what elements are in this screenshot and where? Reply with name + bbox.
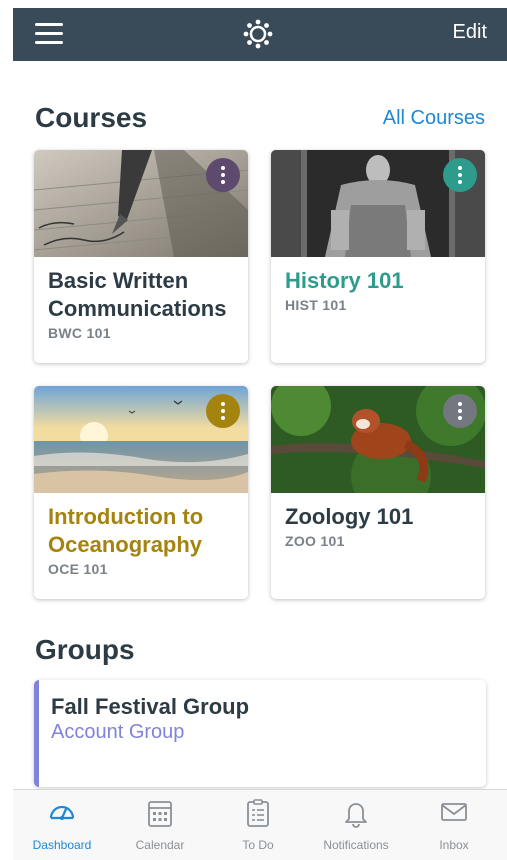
courses-heading: Courses [35, 102, 148, 133]
course-card-oce[interactable]: Introduction to Oceanography OCE 101 [34, 386, 248, 599]
course-name: Zoology 101 [285, 504, 414, 529]
course-code: OCE 101 [48, 561, 108, 577]
bell-icon [345, 803, 367, 828]
edit-button[interactable]: Edit [453, 21, 487, 44]
course-options-icon[interactable] [443, 394, 477, 428]
tab-label: To Do [242, 838, 274, 852]
calendar-icon [148, 801, 172, 827]
todo-icon [247, 799, 269, 827]
tab-calendar[interactable]: Calendar [111, 790, 209, 860]
tab-label: Calendar [135, 838, 185, 852]
tab-dashboard[interactable]: Dashboard [13, 790, 111, 860]
tab-todo[interactable]: To Do [209, 790, 307, 860]
app-frame: Edit Courses All Courses Basic Written C… [13, 8, 507, 860]
course-card-zoo[interactable]: Zoology 101 ZOO 101 [271, 386, 485, 599]
bottom-tab-bar: Dashboard Calendar To Do Notifications I… [13, 789, 507, 860]
top-navbar: Edit [13, 8, 507, 61]
canvas-logo-icon [243, 19, 273, 49]
dashboard-icon [49, 805, 75, 820]
tab-label: Dashboard [32, 838, 92, 852]
course-card-bwc[interactable]: Basic Written Communications BWC 101 [34, 150, 248, 363]
groups-heading: Groups [35, 634, 135, 665]
course-card-hist[interactable]: History 101 HIST 101 [271, 150, 485, 363]
dashboard-content: Courses All Courses Basic Written Commun… [13, 61, 507, 789]
course-name: History 101 [285, 268, 404, 293]
hamburger-menu-icon[interactable] [35, 23, 63, 45]
tab-inbox[interactable]: Inbox [405, 790, 503, 860]
tab-label: Notifications [323, 838, 389, 852]
course-options-icon[interactable] [206, 394, 240, 428]
group-card[interactable]: Fall Festival Group Account Group [34, 680, 486, 787]
course-name: Basic Written Communications [48, 268, 227, 321]
group-color-bar [34, 680, 39, 787]
course-name: Introduction to Oceanography [48, 504, 204, 557]
all-courses-link[interactable]: All Courses [383, 107, 485, 130]
course-options-icon[interactable] [206, 158, 240, 192]
tab-notifications[interactable]: Notifications [307, 790, 405, 860]
group-type: Account Group [51, 721, 185, 743]
course-code: HIST 101 [285, 297, 347, 313]
course-code: ZOO 101 [285, 533, 345, 549]
course-code: BWC 101 [48, 325, 111, 341]
course-options-icon[interactable] [443, 158, 477, 192]
tab-label: Inbox [439, 838, 469, 852]
inbox-icon [441, 803, 467, 821]
group-name: Fall Festival Group [51, 694, 250, 719]
